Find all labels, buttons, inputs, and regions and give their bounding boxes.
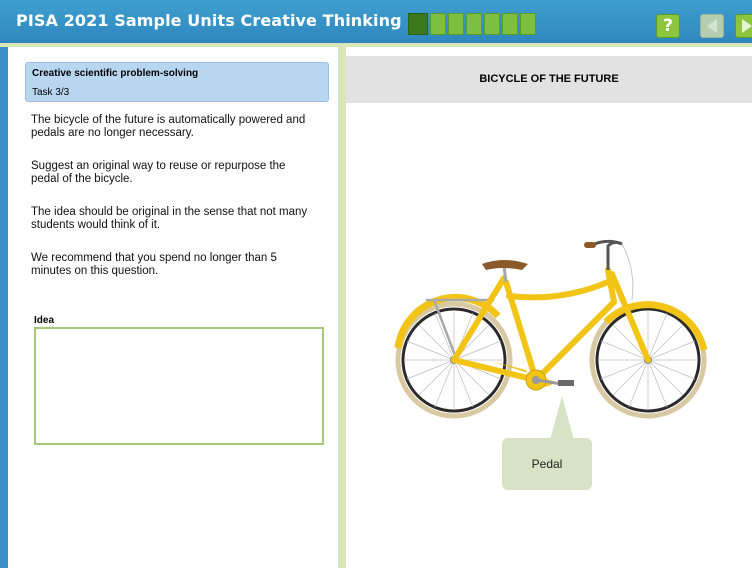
next-arrow-icon [742, 19, 752, 33]
progress-segment [430, 13, 446, 35]
progress-segment [466, 13, 482, 35]
left-edge-bar [0, 47, 8, 568]
pedal [558, 380, 574, 386]
figure-header: BICYCLE OF THE FUTURE [346, 56, 752, 103]
callout-pointer [550, 396, 574, 440]
progress-segment [484, 13, 500, 35]
previous-button[interactable] [700, 14, 724, 38]
pedal-callout: Pedal [502, 438, 592, 490]
app-title: PISA 2021 Sample Units Creative Thinking [16, 11, 402, 30]
panel-divider [338, 47, 346, 568]
task-paragraph: The bicycle of the future is automatical… [31, 114, 306, 139]
pedal-label: Pedal [531, 457, 563, 471]
task-number: Task 3/3 [32, 87, 70, 98]
task-header: Creative scientific problem-solving Task… [25, 62, 329, 102]
back-arrow-icon [707, 19, 717, 33]
progress-segment-current [408, 13, 428, 35]
task-paragraph: The idea should be original in the sense… [31, 206, 308, 231]
help-icon: ? [663, 16, 673, 36]
idea-input[interactable] [34, 327, 324, 445]
progress-indicator [408, 13, 536, 35]
figure-title: BICYCLE OF THE FUTURE [479, 73, 619, 85]
saddle [482, 260, 528, 283]
top-bar: PISA 2021 Sample Units Creative Thinking… [0, 0, 752, 47]
help-button[interactable]: ? [656, 14, 680, 38]
idea-label: Idea [34, 315, 55, 326]
progress-segment [502, 13, 518, 35]
task-paragraph: Suggest an original way to reuse or repu… [31, 160, 286, 185]
task-title: Creative scientific problem-solving [32, 68, 199, 79]
task-paragraph: We recommend that you spend no longer th… [31, 252, 277, 277]
progress-segment [448, 13, 464, 35]
progress-segment [520, 13, 536, 35]
next-button[interactable] [735, 14, 752, 38]
bike-frame [451, 267, 651, 383]
